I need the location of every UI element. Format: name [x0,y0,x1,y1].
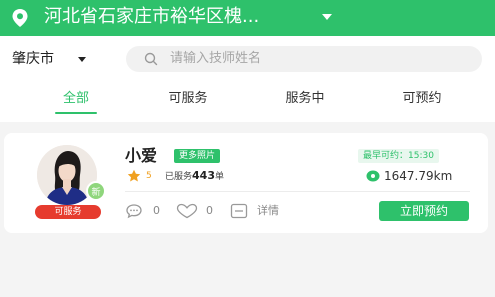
active-tab-indicator [55,112,97,114]
heart-icon [176,203,198,219]
like-action[interactable]: 0 [175,203,220,219]
search-icon [144,52,158,66]
earliest-available-badge: 最早可约：15:30 [358,149,439,163]
city-chevron-down-icon[interactable] [78,57,86,62]
star-icon [127,169,141,182]
chevron-down-icon[interactable] [322,14,332,20]
details-link[interactable]: 详情 [230,203,300,219]
city-selector[interactable]: 肇庆市 [12,50,54,68]
comment-icon [126,204,142,219]
therapist-card[interactable]: 新 可服务 小爱 更多照片 最早可约：15:30 5 已服务443单 1647.… [4,133,488,233]
tab-all[interactable]: 全部 [36,90,116,108]
tab-in-service[interactable]: 服务中 [265,90,345,108]
details-label: 详情 [257,204,279,217]
status-badge: 可服务 [35,205,101,219]
more-photos-button[interactable]: 更多照片 [174,149,221,163]
served-count: 已服务443单 [165,169,224,182]
location-text[interactable]: 河北省石家庄市裕华区槐... [44,5,259,29]
comment-action[interactable]: 0 [125,203,170,219]
location-pin-icon [12,9,28,27]
distance-text: 1647.79km [384,169,453,183]
search-input[interactable]: 请输入技师姓名 [126,46,482,72]
search-placeholder: 请输入技师姓名 [170,51,262,66]
book-now-button[interactable]: 立即预约 [379,201,469,221]
filter-tabs: 全部 可服务 服务中 可预约 [0,82,495,122]
details-icon [230,203,248,219]
location-bar[interactable]: 河北省石家庄市裕华区槐... [0,0,495,36]
like-count: 0 [206,204,213,217]
search-row: 肇庆市 请输入技师姓名 [0,36,495,82]
divider [125,191,470,192]
rating-value: 5 [146,171,152,181]
location-pin-icon [366,170,380,182]
tab-available[interactable]: 可服务 [148,90,228,108]
new-badge: 新 [86,181,106,201]
tab-bookable[interactable]: 可预约 [382,90,462,108]
comment-count: 0 [153,204,160,217]
therapist-name[interactable]: 小爱 [125,146,157,166]
